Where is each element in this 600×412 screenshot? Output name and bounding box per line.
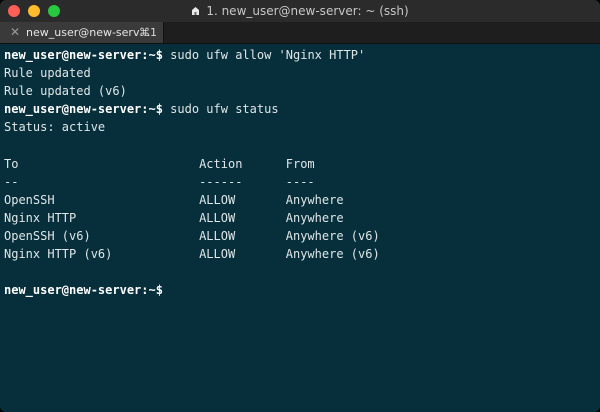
- home-icon: [192, 7, 200, 15]
- terminal-window: 1. new_user@new-server: ~ (ssh) ✕ new_us…: [0, 0, 600, 412]
- tab-shortcut: ⌘1: [139, 26, 157, 39]
- terminal-line: OpenSSH ALLOW Anywhere: [4, 191, 600, 209]
- close-tab-icon[interactable]: ✕: [8, 25, 22, 39]
- window-title: 1. new_user@new-server: ~ (ssh): [0, 0, 600, 22]
- tab-bar: ✕ new_user@new-serv… ⌘1: [0, 22, 600, 44]
- terminal-line: new_user@new-server:~$ sudo ufw allow 'N…: [4, 46, 600, 64]
- terminal-line: Rule updated: [4, 64, 600, 82]
- output-text: OpenSSH ALLOW Anywhere: [4, 192, 344, 207]
- terminal-line: Rule updated (v6): [4, 82, 600, 100]
- shell-prompt: new_user@new-server:~$: [4, 102, 163, 117]
- shell-prompt: new_user@new-server:~$: [4, 283, 163, 298]
- terminal-line: OpenSSH (v6) ALLOW Anywhere (v6): [4, 227, 600, 245]
- output-text: Nginx HTTP (v6) ALLOW Anywhere (v6): [4, 247, 380, 262]
- terminal-line: Nginx HTTP (v6) ALLOW Anywhere (v6): [4, 245, 600, 263]
- terminal-output[interactable]: new_user@new-server:~$ sudo ufw allow 'N…: [0, 44, 600, 412]
- output-text: Rule updated: [4, 66, 91, 81]
- terminal-line: new_user@new-server:~$: [4, 281, 600, 299]
- output-text: To Action From: [4, 156, 315, 171]
- command-text: sudo ufw status: [162, 102, 279, 117]
- shell-prompt: new_user@new-server:~$: [4, 48, 163, 62]
- terminal-line: Status: active: [4, 118, 600, 136]
- output-text: Rule updated (v6): [4, 84, 127, 99]
- tab-ssh-session[interactable]: ✕ new_user@new-serv… ⌘1: [0, 22, 164, 43]
- title-bar[interactable]: 1. new_user@new-server: ~ (ssh): [0, 0, 600, 23]
- terminal-line: To Action From: [4, 155, 600, 173]
- output-text: Status: active: [4, 120, 106, 135]
- terminal-line: Nginx HTTP ALLOW Anywhere: [4, 209, 600, 227]
- output-text: -- ------ ----: [4, 174, 315, 189]
- tab-label: new_user@new-serv…: [26, 26, 151, 39]
- command-text: sudo ufw allow 'Nginx HTTP': [162, 48, 366, 62]
- terminal-line: new_user@new-server:~$ sudo ufw status: [4, 100, 600, 118]
- terminal-line: -- ------ ----: [4, 173, 600, 191]
- output-text: OpenSSH (v6) ALLOW Anywhere (v6): [4, 228, 380, 243]
- output-text: Nginx HTTP ALLOW Anywhere: [4, 210, 344, 225]
- window-title-text: 1. new_user@new-server: ~ (ssh): [206, 4, 409, 18]
